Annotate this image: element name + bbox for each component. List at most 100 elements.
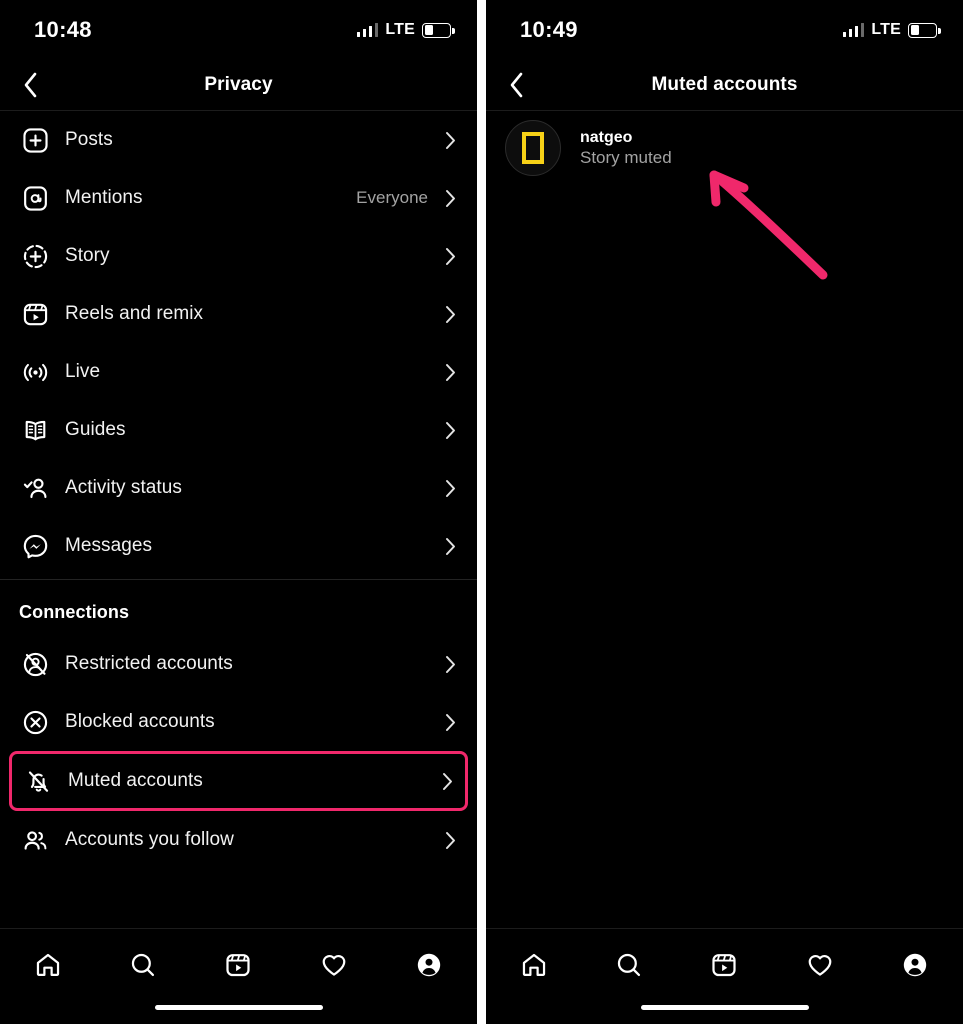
heart-icon bbox=[322, 954, 346, 976]
network-label: LTE bbox=[871, 21, 901, 38]
tab-reels[interactable] bbox=[698, 945, 750, 985]
signal-bars-icon bbox=[356, 23, 379, 37]
restricted-account-icon bbox=[19, 648, 51, 680]
guides-book-icon bbox=[19, 414, 51, 446]
section-title-connections: Connections bbox=[19, 602, 130, 622]
search-icon bbox=[617, 953, 641, 977]
messenger-icon bbox=[19, 530, 51, 562]
row-muted-accounts[interactable]: Muted accounts bbox=[9, 751, 468, 811]
back-button[interactable] bbox=[13, 68, 47, 102]
home-icon bbox=[36, 953, 59, 977]
muted-account-row[interactable]: natgeo Story muted bbox=[486, 111, 963, 185]
row-value: Everyone bbox=[356, 188, 428, 207]
chevron-right-icon bbox=[444, 246, 456, 266]
nav-header: Privacy bbox=[0, 60, 477, 111]
at-sign-icon bbox=[19, 182, 51, 214]
people-icon bbox=[19, 824, 51, 856]
battery-icon bbox=[908, 22, 941, 38]
heart-icon bbox=[808, 954, 832, 976]
row-blocked-accounts[interactable]: Blocked accounts bbox=[0, 693, 477, 751]
home-icon bbox=[522, 953, 545, 977]
row-reels-and-remix[interactable]: Reels and remix bbox=[0, 285, 477, 343]
tab-search[interactable] bbox=[117, 945, 169, 985]
row-posts[interactable]: Posts bbox=[0, 111, 477, 169]
account-mute-status: Story muted bbox=[580, 147, 672, 167]
chevron-right-icon bbox=[444, 130, 456, 150]
status-time: 10:49 bbox=[520, 17, 578, 42]
avatar bbox=[505, 120, 561, 176]
chevron-right-icon bbox=[444, 478, 456, 498]
row-label: Reels and remix bbox=[65, 303, 204, 324]
chevron-right-icon bbox=[444, 304, 456, 324]
row-label: Story bbox=[65, 245, 110, 266]
live-broadcast-icon bbox=[19, 356, 51, 388]
tab-activity[interactable] bbox=[308, 945, 360, 985]
row-label: Guides bbox=[65, 419, 126, 440]
status-bar: 10:49 LTE bbox=[486, 0, 963, 60]
bottom-tab-bar bbox=[0, 928, 477, 1024]
reels-icon bbox=[19, 298, 51, 330]
row-messages[interactable]: Messages bbox=[0, 517, 477, 575]
tab-search[interactable] bbox=[603, 945, 655, 985]
activity-status-icon bbox=[19, 472, 51, 504]
tab-profile[interactable] bbox=[889, 945, 941, 985]
privacy-settings-list: Posts Mentions Everyone Story Reels and … bbox=[0, 111, 477, 869]
row-label: Muted accounts bbox=[68, 770, 203, 791]
chevron-right-icon bbox=[444, 188, 456, 208]
row-accounts-you-follow[interactable]: Accounts you follow bbox=[0, 811, 477, 869]
row-label: Messages bbox=[65, 535, 152, 556]
nav-header: Muted accounts bbox=[486, 60, 963, 111]
row-restricted-accounts[interactable]: Restricted accounts bbox=[0, 635, 477, 693]
story-plus-icon bbox=[19, 240, 51, 272]
home-indicator bbox=[640, 1005, 809, 1010]
profile-avatar-icon bbox=[904, 953, 927, 977]
profile-avatar-icon bbox=[418, 953, 441, 977]
row-label: Blocked accounts bbox=[65, 711, 215, 732]
chevron-right-icon bbox=[441, 771, 453, 791]
chevron-right-icon bbox=[444, 654, 456, 674]
account-text: natgeo Story muted bbox=[580, 129, 672, 168]
chevron-right-icon bbox=[444, 536, 456, 556]
tab-activity[interactable] bbox=[794, 945, 846, 985]
status-time: 10:48 bbox=[34, 17, 92, 42]
page-title: Privacy bbox=[204, 74, 273, 95]
chevron-right-icon bbox=[444, 420, 456, 440]
row-label: Accounts you follow bbox=[65, 829, 234, 850]
row-label: Restricted accounts bbox=[65, 653, 233, 674]
reels-icon bbox=[226, 954, 251, 977]
natgeo-logo-icon bbox=[522, 132, 544, 164]
chevron-left-icon bbox=[510, 72, 522, 98]
tab-profile[interactable] bbox=[403, 945, 455, 985]
battery-icon bbox=[422, 22, 455, 38]
tab-home[interactable] bbox=[22, 945, 74, 985]
status-indicators: LTE bbox=[842, 21, 941, 39]
row-label: Live bbox=[65, 361, 101, 382]
tab-home[interactable] bbox=[508, 945, 560, 985]
row-story[interactable]: Story bbox=[0, 227, 477, 285]
row-label: Mentions bbox=[65, 187, 143, 208]
signal-bars-icon bbox=[842, 23, 865, 37]
row-live[interactable]: Live bbox=[0, 343, 477, 401]
row-guides[interactable]: Guides bbox=[0, 401, 477, 459]
chevron-right-icon bbox=[444, 712, 456, 732]
blocked-circle-x-icon bbox=[19, 706, 51, 738]
left-phone-screen: 10:48 LTE Privacy Posts Mentions Everyon… bbox=[0, 0, 477, 1024]
back-button[interactable] bbox=[499, 68, 533, 102]
row-activity-status[interactable]: Activity status bbox=[0, 459, 477, 517]
reels-icon bbox=[712, 954, 737, 977]
network-label: LTE bbox=[385, 21, 415, 38]
home-indicator bbox=[154, 1005, 323, 1010]
plus-square-icon bbox=[19, 124, 51, 156]
chevron-right-icon bbox=[444, 362, 456, 382]
chevron-right-icon bbox=[444, 830, 456, 850]
page-title: Muted accounts bbox=[651, 74, 798, 95]
right-phone-screen: 10:49 LTE Muted accounts natgeo Story mu… bbox=[486, 0, 963, 1024]
bottom-tab-bar bbox=[486, 928, 963, 1024]
tab-reels[interactable] bbox=[212, 945, 264, 985]
row-label: Posts bbox=[65, 129, 113, 150]
status-bar: 10:48 LTE bbox=[0, 0, 477, 60]
row-mentions[interactable]: Mentions Everyone bbox=[0, 169, 477, 227]
status-indicators: LTE bbox=[356, 21, 455, 39]
muted-bell-icon bbox=[22, 765, 54, 797]
screenshot-pair: 10:48 LTE Privacy Posts Mentions Everyon… bbox=[0, 0, 963, 1024]
